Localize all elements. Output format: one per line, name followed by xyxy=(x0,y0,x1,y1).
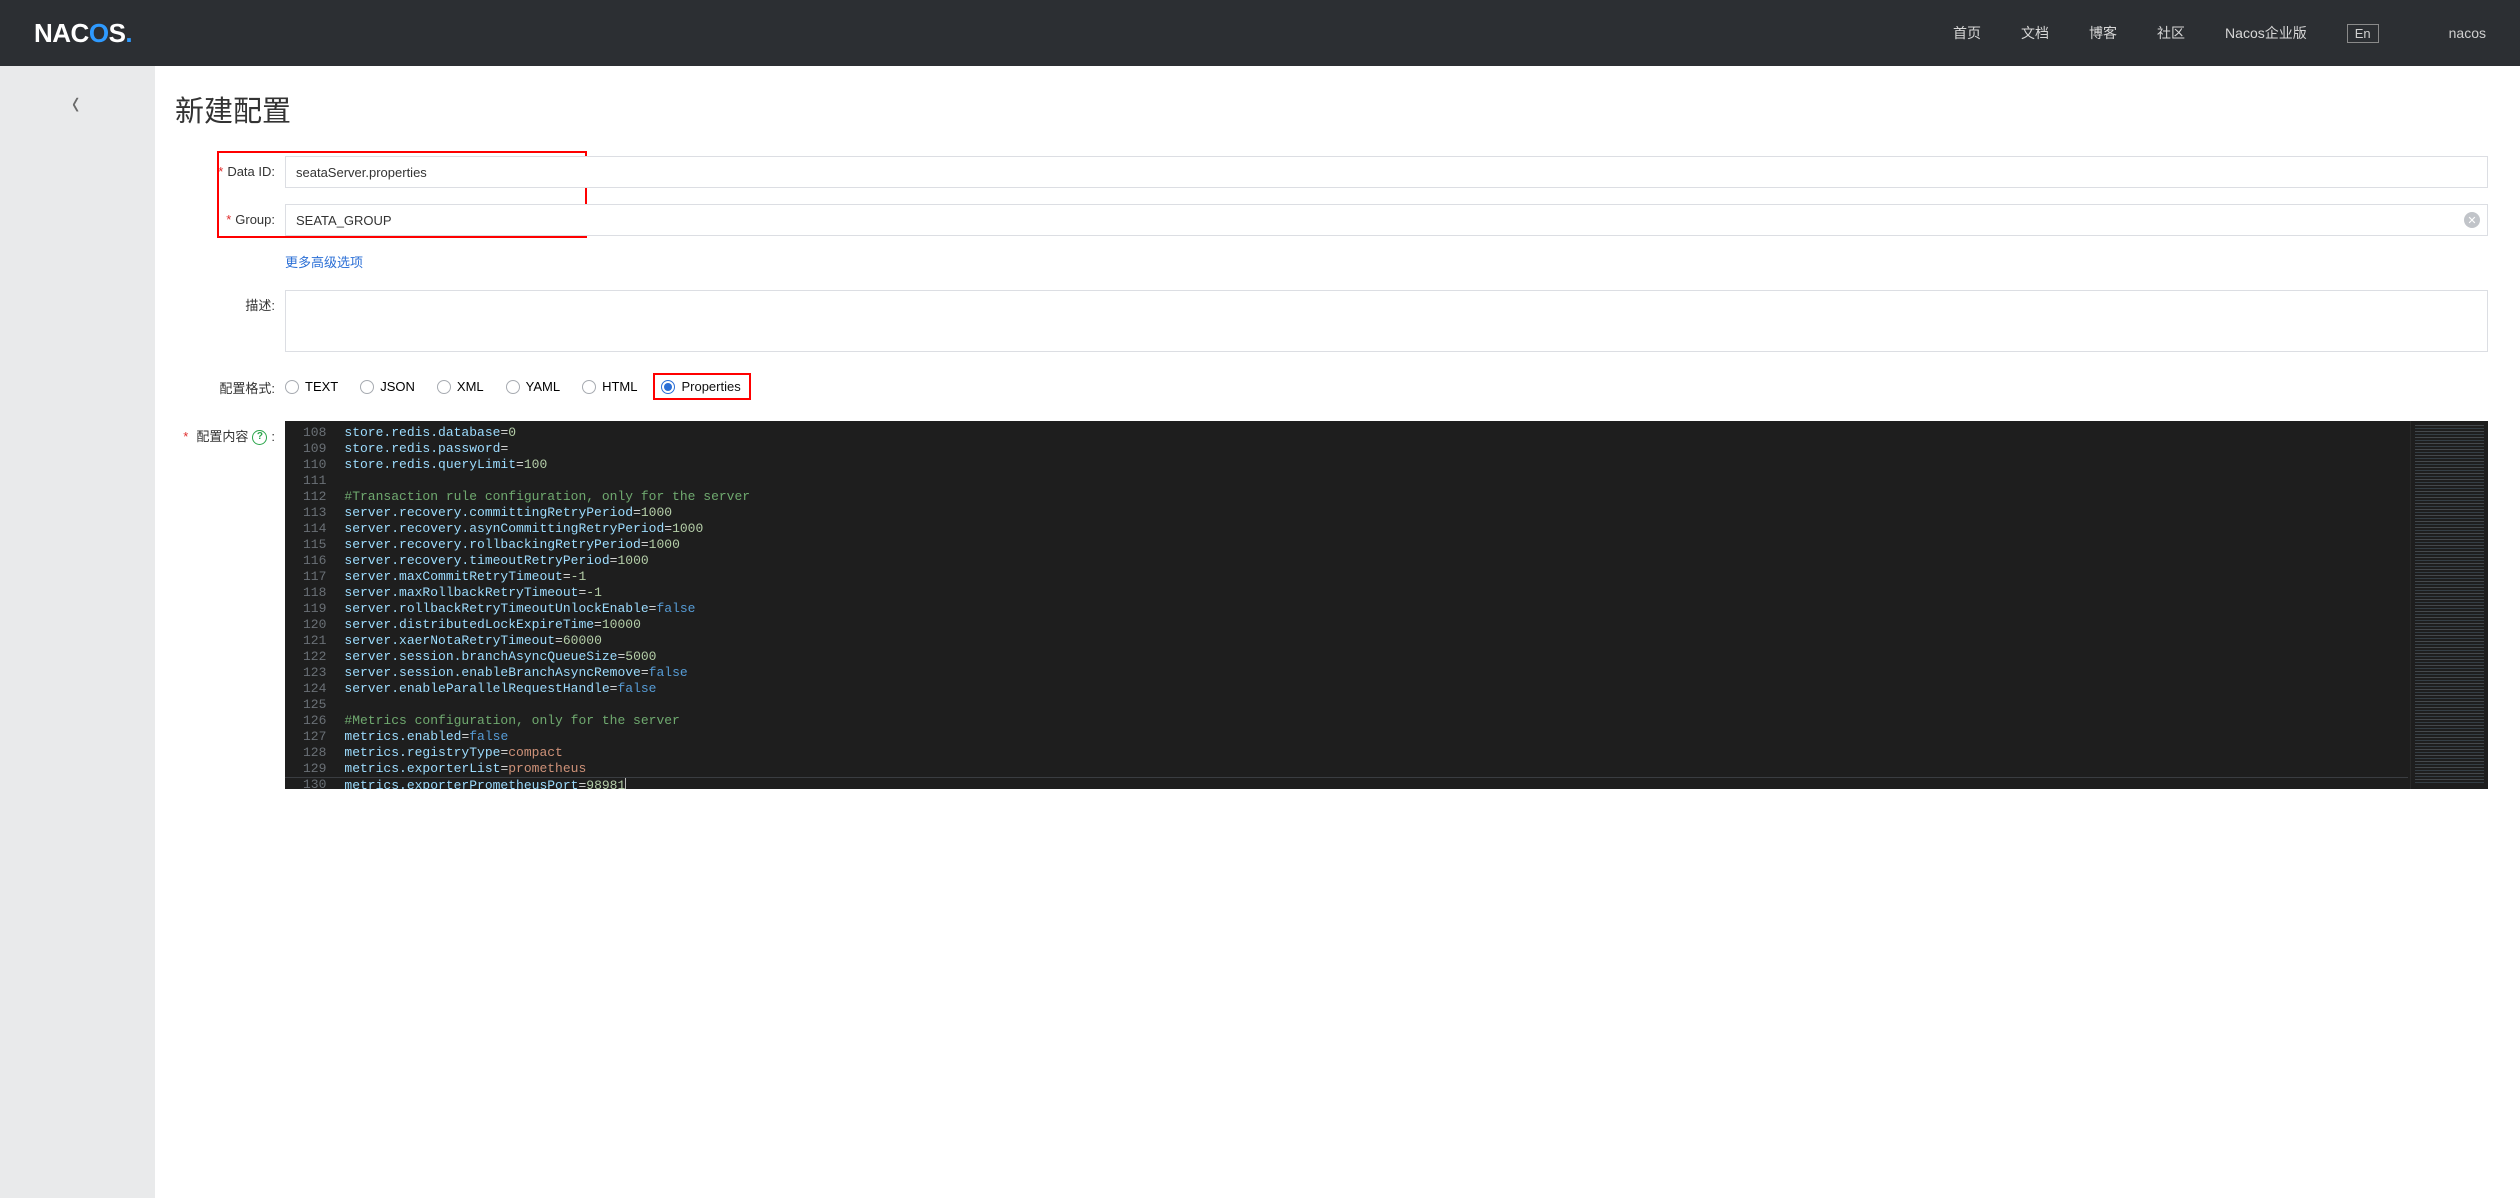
format-radio-yaml[interactable]: YAML xyxy=(506,379,560,394)
radio-icon xyxy=(437,380,451,394)
back-chevron-icon[interactable]: ‹ xyxy=(72,82,79,124)
format-highlight-box: Properties xyxy=(653,373,750,400)
group-label: Group: xyxy=(175,204,285,236)
radio-icon xyxy=(582,380,596,394)
nav-blog[interactable]: 博客 xyxy=(2089,23,2117,43)
editor-gutter: 1081091101111121131141151161171181191201… xyxy=(285,421,340,789)
radio-label: HTML xyxy=(602,379,637,394)
nav-home[interactable]: 首页 xyxy=(1953,23,1981,43)
page-content: 新建配置 Data ID: Group: ✕ xyxy=(155,66,2520,1198)
format-label: 配置格式: xyxy=(175,373,285,405)
radio-icon xyxy=(360,380,374,394)
format-radio-html[interactable]: HTML xyxy=(582,379,637,394)
description-label: 描述: xyxy=(175,290,285,322)
logo[interactable]: NACOS. xyxy=(34,18,132,49)
group-input[interactable] xyxy=(285,204,2488,236)
page-title: 新建配置 xyxy=(175,88,2488,130)
advanced-options-link[interactable]: 更多高级选项 xyxy=(285,255,363,270)
radio-label: JSON xyxy=(380,379,415,394)
config-content-editor[interactable]: 1081091101111121131141151161171181191201… xyxy=(285,421,2488,789)
format-radio-xml[interactable]: XML xyxy=(437,379,484,394)
content-label: 配置内容 xyxy=(196,421,248,453)
radio-label: XML xyxy=(457,379,484,394)
radio-label: Properties xyxy=(681,379,740,394)
header-nav: 首页 文档 博客 社区 Nacos企业版 En nacos xyxy=(1953,23,2486,43)
radio-icon xyxy=(506,380,520,394)
nav-enterprise[interactable]: Nacos企业版 xyxy=(2225,23,2307,43)
editor-code-area[interactable]: store.redis.database=0store.redis.passwo… xyxy=(340,421,2410,789)
format-radio-properties[interactable]: Properties xyxy=(661,379,740,394)
logo-text-main: NAC xyxy=(34,18,89,48)
nav-community[interactable]: 社区 xyxy=(2157,23,2185,43)
logo-text-dot: . xyxy=(125,18,132,48)
user-menu[interactable]: nacos xyxy=(2449,25,2486,41)
app-header: NACOS. 首页 文档 博客 社区 Nacos企业版 En nacos xyxy=(0,0,2520,66)
content-label-colon: : xyxy=(271,421,275,453)
format-radio-json[interactable]: JSON xyxy=(360,379,415,394)
format-radio-group: TEXT JSON XML YAML HTML Properties xyxy=(285,373,2488,400)
data-id-input[interactable] xyxy=(285,156,2488,188)
description-textarea[interactable] xyxy=(285,290,2488,352)
logo-text-s: S xyxy=(109,18,126,48)
help-icon[interactable]: ? xyxy=(252,430,267,445)
clear-icon[interactable]: ✕ xyxy=(2464,212,2480,228)
radio-icon xyxy=(661,380,675,394)
nav-docs[interactable]: 文档 xyxy=(2021,23,2049,43)
language-switch[interactable]: En xyxy=(2347,24,2379,43)
radio-label: TEXT xyxy=(305,379,338,394)
sidebar: ‹ xyxy=(0,66,155,1198)
data-id-label: Data ID: xyxy=(175,156,285,188)
radio-icon xyxy=(285,380,299,394)
editor-minimap[interactable] xyxy=(2410,421,2488,789)
format-radio-text[interactable]: TEXT xyxy=(285,379,338,394)
radio-label: YAML xyxy=(526,379,560,394)
logo-text-o: O xyxy=(89,18,109,48)
